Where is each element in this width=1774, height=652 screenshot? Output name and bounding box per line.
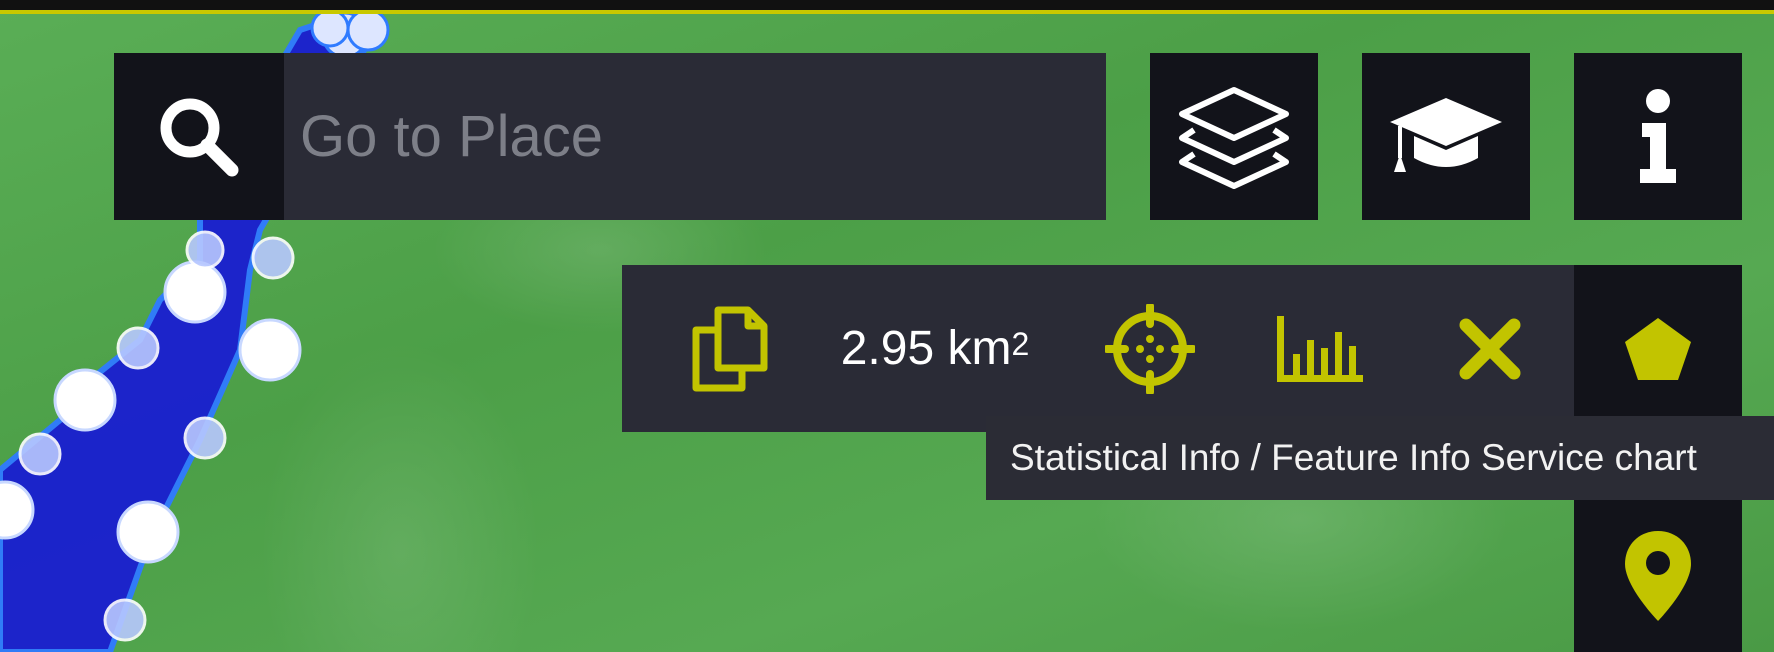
copy-icon [692, 306, 768, 391]
close-icon [1459, 318, 1521, 379]
learn-button[interactable] [1362, 53, 1530, 220]
polygon-midpoint[interactable] [18, 432, 62, 476]
search-input[interactable] [290, 53, 1100, 220]
polygon-midpoint[interactable] [116, 326, 160, 370]
copy-button[interactable] [680, 265, 780, 432]
tooltip: Statistical Info / Feature Info Service … [986, 416, 1774, 500]
polygon-vertex[interactable] [116, 500, 180, 564]
bar-chart-icon [1277, 315, 1363, 382]
polygon-icon [1625, 317, 1691, 380]
clear-measurement-button[interactable] [1440, 265, 1540, 432]
info-button[interactable] [1574, 53, 1742, 220]
polygon-midpoint[interactable] [183, 416, 227, 460]
polygon-vertex[interactable] [346, 8, 390, 52]
polygon-midpoint[interactable] [251, 236, 295, 280]
statistics-chart-button[interactable] [1270, 265, 1370, 432]
map-marker-icon [1625, 531, 1691, 621]
polygon-midpoint[interactable] [185, 230, 225, 270]
layers-button[interactable] [1150, 53, 1318, 220]
zoom-to-feature-button[interactable] [1100, 265, 1200, 432]
draw-polygon-button[interactable] [1574, 265, 1742, 432]
search-icon [160, 98, 239, 176]
search-button[interactable] [114, 53, 284, 220]
polygon-vertex[interactable] [163, 260, 227, 324]
polygon-vertex[interactable] [310, 8, 350, 48]
polygon-vertex[interactable] [238, 318, 302, 382]
area-measurement: 2.95 km 2 [820, 265, 1050, 432]
area-exponent: 2 [1011, 326, 1030, 362]
crosshair-icon [1105, 303, 1195, 394]
draw-marker-button[interactable] [1574, 500, 1742, 652]
polygon-vertex[interactable] [53, 368, 117, 432]
graduation-cap-icon [1390, 97, 1502, 172]
polygon-midpoint[interactable] [103, 598, 147, 642]
area-value: 2.95 km [840, 322, 1012, 375]
info-icon [1640, 88, 1676, 183]
top-accent-bar [0, 0, 1774, 14]
layers-icon [1179, 86, 1289, 189]
